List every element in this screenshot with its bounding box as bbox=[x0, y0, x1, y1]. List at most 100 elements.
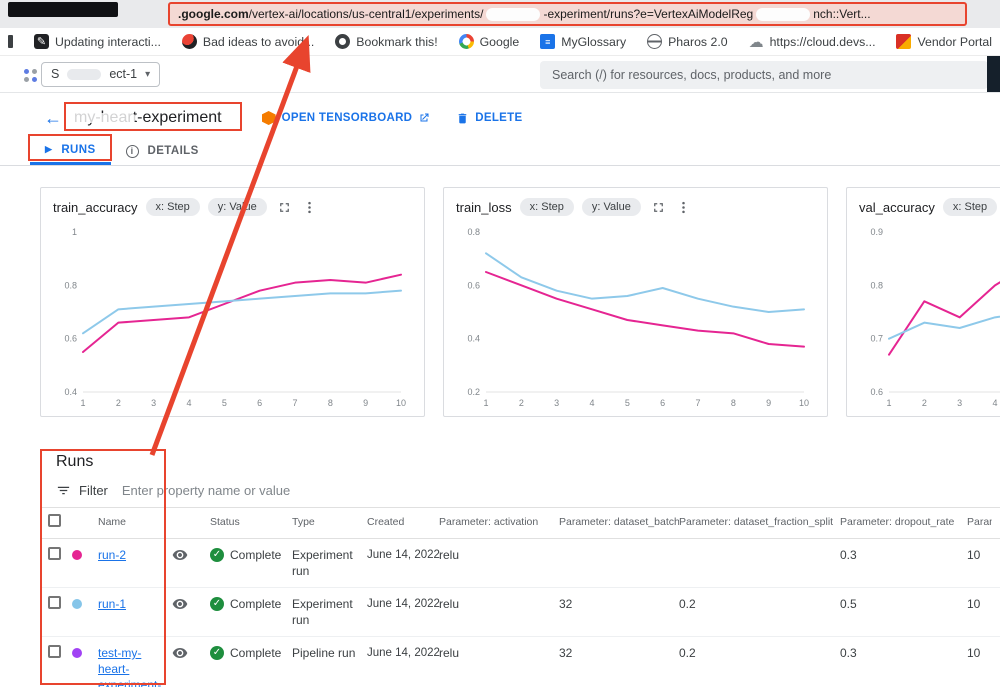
svg-text:10: 10 bbox=[396, 398, 406, 408]
col-status: Status bbox=[210, 514, 292, 530]
search-bar[interactable] bbox=[540, 61, 988, 89]
bookmark-item[interactable] bbox=[8, 35, 13, 48]
check-circle-icon: ✓ bbox=[210, 646, 224, 660]
run-name-link[interactable]: run-1 bbox=[98, 597, 126, 611]
charts-row: train_accuracy x: Step y: Value 0.40.60.… bbox=[0, 187, 1000, 417]
run-color-dot bbox=[72, 599, 82, 609]
select-all-checkbox[interactable] bbox=[48, 514, 61, 527]
bookmark-item[interactable]: ≡MyGlossary bbox=[540, 34, 626, 49]
tensorboard-icon bbox=[262, 111, 276, 125]
back-arrow-icon[interactable]: ← bbox=[44, 108, 62, 129]
svg-text:3: 3 bbox=[554, 398, 559, 408]
bookmarks-bar: ✎ Updating interacti... Bad ideas to avoid… bbox=[0, 28, 1000, 56]
param-activation-cell: relu bbox=[439, 547, 559, 563]
tab-details-label: DETAILS bbox=[148, 145, 199, 157]
kebab-menu-icon[interactable] bbox=[676, 200, 691, 215]
col-created: Created bbox=[367, 514, 439, 530]
status-cell: ✓Complete bbox=[210, 645, 292, 661]
param-fraction-split-cell: 0.2 bbox=[679, 596, 840, 612]
svg-text:1: 1 bbox=[72, 227, 77, 237]
param-dataset-batch-cell: 32 bbox=[559, 596, 679, 612]
svg-text:7: 7 bbox=[292, 398, 297, 408]
y-axis-chip[interactable]: y: Value bbox=[208, 198, 267, 216]
bookmark-label: MyGlossary bbox=[561, 35, 626, 49]
search-input[interactable] bbox=[540, 68, 988, 82]
col-param-fraction-split: Parameter: dataset_fraction_split bbox=[679, 514, 840, 530]
row-checkbox[interactable] bbox=[48, 547, 61, 560]
runs-table-body: run-2 ✓Complete Experiment run June 14, … bbox=[40, 539, 1000, 687]
project-selector[interactable]: S ect-1 ▾ bbox=[41, 62, 160, 87]
chart-title: val_accuracy bbox=[859, 200, 935, 215]
run-name-link[interactable]: run-2 bbox=[98, 548, 126, 562]
run-name-link[interactable]: test-my-heart-experiment-pipeline-run bbox=[98, 646, 161, 687]
visibility-icon[interactable] bbox=[172, 596, 188, 612]
line-chart: 0.60.70.80.912345678910 bbox=[859, 222, 1000, 412]
table-row: run-2 ✓Complete Experiment run June 14, … bbox=[40, 539, 1000, 588]
bookmark-item[interactable]: Google bbox=[459, 34, 520, 49]
tab-details[interactable]: i DETAILS bbox=[111, 137, 214, 165]
svg-text:9: 9 bbox=[363, 398, 368, 408]
bookmark-item[interactable]: Bad ideas to avoid... bbox=[182, 34, 314, 49]
param-last-cell: 10 bbox=[967, 596, 992, 612]
bookmark-label: https://cloud.devs... bbox=[770, 35, 876, 49]
type-cell: Pipeline run bbox=[292, 645, 367, 661]
svg-text:1: 1 bbox=[80, 398, 85, 408]
col-type: Type bbox=[292, 514, 367, 530]
check-circle-icon: ✓ bbox=[210, 548, 224, 562]
open-tensorboard-button[interactable]: OPEN TENSORBOARD bbox=[262, 111, 431, 125]
url-redaction bbox=[486, 8, 540, 21]
open-tensorboard-label: OPEN TENSORBOARD bbox=[282, 112, 413, 124]
col-param-last: Param bbox=[967, 514, 992, 530]
x-axis-chip[interactable]: x: Step bbox=[943, 198, 997, 216]
param-last-cell: 10 bbox=[967, 645, 992, 661]
svg-text:0.2: 0.2 bbox=[467, 387, 480, 397]
svg-text:2: 2 bbox=[922, 398, 927, 408]
kebab-menu-icon[interactable] bbox=[302, 200, 317, 215]
run-color-dot bbox=[72, 550, 82, 560]
fullscreen-icon[interactable] bbox=[651, 200, 666, 215]
svg-text:0.8: 0.8 bbox=[870, 280, 883, 290]
bookmark-label: Updating interacti... bbox=[55, 35, 161, 49]
tab-bar: ▶ RUNS i DETAILS bbox=[0, 137, 1000, 166]
row-checkbox[interactable] bbox=[48, 645, 61, 658]
tab-runs[interactable]: ▶ RUNS bbox=[30, 137, 111, 165]
filter-input[interactable] bbox=[122, 483, 442, 498]
pen-square-icon: ✎ bbox=[34, 34, 49, 49]
trash-icon bbox=[456, 112, 469, 125]
project-name-start: S bbox=[51, 67, 59, 81]
bookmark-item[interactable]: Vendor Portal bbox=[896, 34, 992, 49]
url-path-1: /vertex-ai/locations/us-central1/experim… bbox=[249, 7, 484, 21]
svg-text:6: 6 bbox=[257, 398, 262, 408]
svg-text:0.7: 0.7 bbox=[870, 334, 883, 344]
chart-title: train_accuracy bbox=[53, 200, 138, 215]
svg-text:2: 2 bbox=[519, 398, 524, 408]
fullscreen-icon[interactable] bbox=[277, 200, 292, 215]
play-icon: ▶ bbox=[45, 144, 52, 155]
x-axis-chip[interactable]: x: Step bbox=[146, 198, 200, 216]
bookmark-item[interactable]: Pharos 2.0 bbox=[647, 34, 727, 49]
page-title: my-heart-experiment bbox=[74, 109, 222, 127]
filter-bar[interactable]: Filter bbox=[56, 483, 1000, 498]
check-circle-icon: ✓ bbox=[210, 597, 224, 611]
visibility-icon[interactable] bbox=[172, 645, 188, 661]
apps-grid-icon[interactable] bbox=[24, 69, 29, 74]
project-name-end: ect-1 bbox=[109, 67, 137, 81]
x-axis-chip[interactable]: x: Step bbox=[520, 198, 574, 216]
svg-text:8: 8 bbox=[328, 398, 333, 408]
bookmark-item[interactable]: ☁https://cloud.devs... bbox=[749, 34, 876, 49]
url-bar[interactable]: .google.com/vertex-ai/locations/us-centr… bbox=[168, 2, 967, 26]
visibility-icon[interactable] bbox=[172, 547, 188, 563]
bookmark-label: Bad ideas to avoid... bbox=[203, 35, 314, 49]
bookmark-item[interactable]: ✎ Updating interacti... bbox=[34, 34, 161, 49]
bookmark-item[interactable]: Bookmark this! bbox=[335, 34, 437, 49]
delete-button[interactable]: DELETE bbox=[456, 112, 522, 125]
param-activation-cell: relu bbox=[439, 645, 559, 661]
svg-text:0.6: 0.6 bbox=[870, 387, 883, 397]
svg-text:4: 4 bbox=[186, 398, 191, 408]
filter-label: Filter bbox=[79, 483, 108, 498]
delete-label: DELETE bbox=[475, 112, 522, 124]
col-param-dataset-batch: Parameter: dataset_batch bbox=[559, 514, 679, 530]
y-axis-chip[interactable]: y: Value bbox=[582, 198, 641, 216]
row-checkbox[interactable] bbox=[48, 596, 61, 609]
svg-text:0.8: 0.8 bbox=[467, 227, 480, 237]
